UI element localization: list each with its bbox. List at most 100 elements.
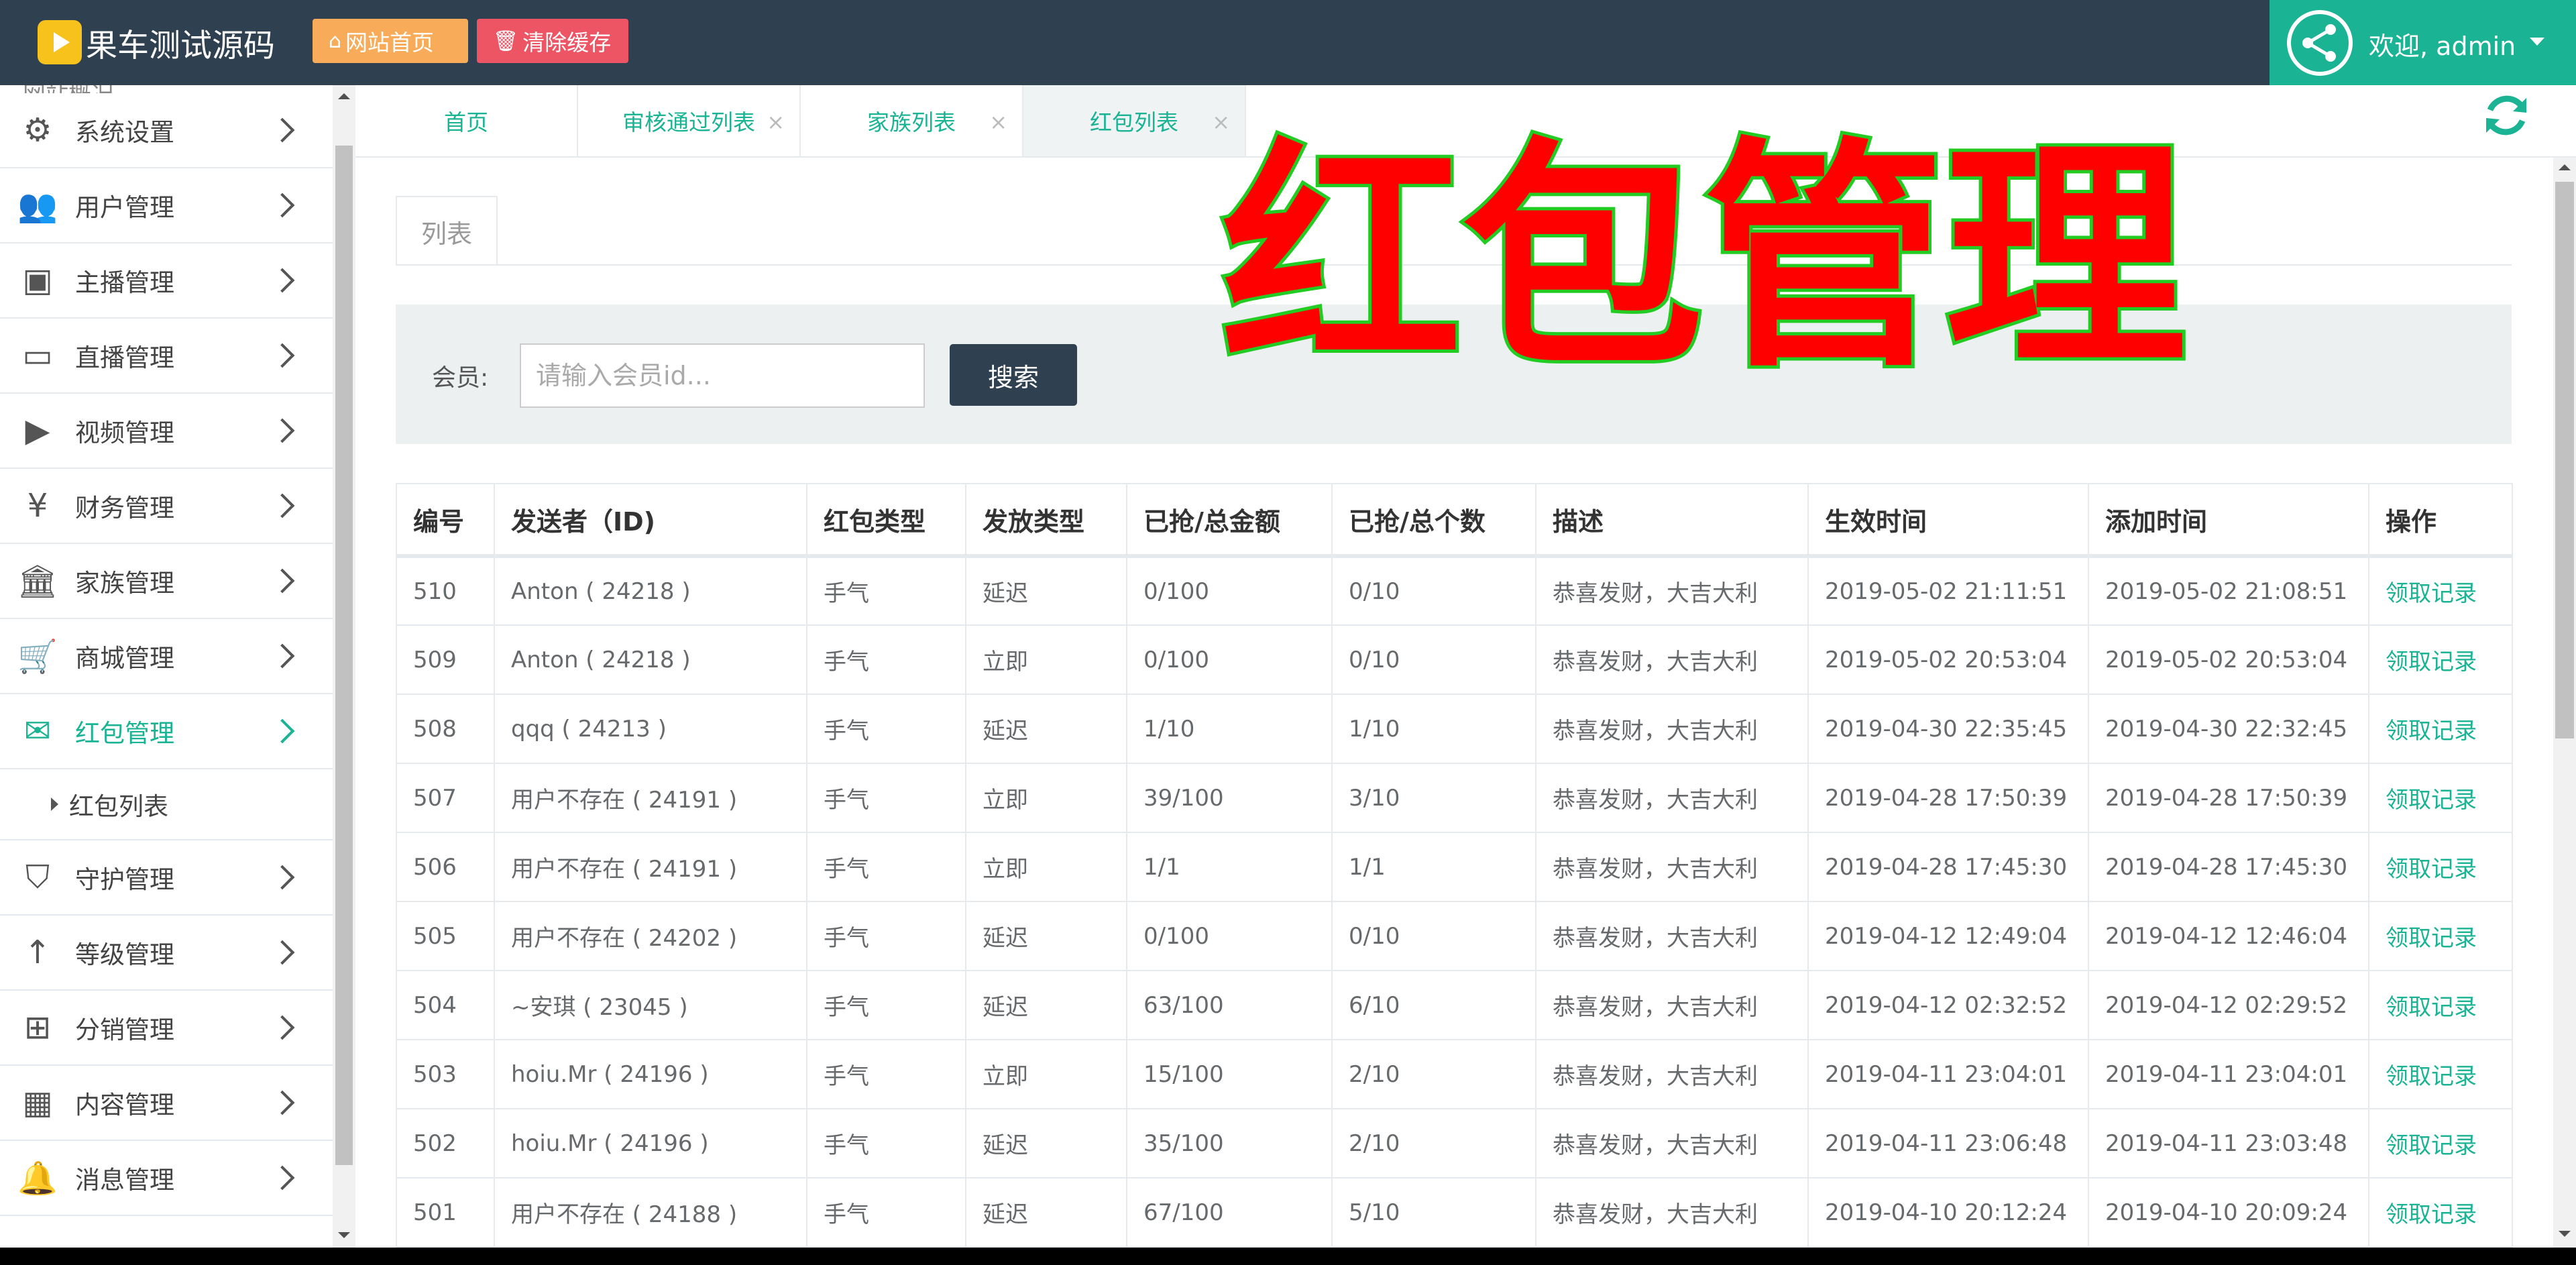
tab-label: 家族列表 [867,109,956,135]
sidebar-item-7[interactable]: 🛒 商城管理 [0,619,333,694]
sidebar-item-6[interactable]: 🏛 家族管理 [0,544,333,619]
overlay-title-banner: 红包管理 [1217,127,2190,396]
table-cell: 2019-05-02 20:53:04 [1807,624,2089,695]
sidebar-item-2[interactable]: ▣ 主播管理 [0,243,333,319]
table-cell: 2019-04-30 22:32:45 [2088,694,2369,764]
main-scroll-up-arrow[interactable] [2559,164,2571,170]
receive-record-link[interactable]: 领取记录 [2368,1177,2513,1248]
sidebar-item-4[interactable]: ▶ 视频管理 [0,394,333,469]
table-cell: 509 [396,624,495,695]
close-icon[interactable]: × [989,109,1007,135]
sidebar-scrollbar[interactable] [333,85,355,1248]
receive-record-link[interactable]: 领取记录 [2368,1039,2513,1109]
sidebar-scroll-thumb[interactable] [335,146,353,1165]
user-menu[interactable]: 欢迎, admin [2270,0,2576,85]
table-cell: 2019-05-02 21:08:51 [2088,555,2369,626]
chevron-right-icon [270,1015,295,1040]
sidebar-item-3[interactable]: ▭ 直播管理 [0,319,333,394]
scroll-down-arrow[interactable] [338,1232,350,1238]
table-cell: 手气 [806,901,966,971]
tab-2[interactable]: 家族列表 × [801,85,1023,156]
sidebar-item-13[interactable]: 🔔 消息管理 [0,1141,333,1216]
table-cell: 0/100 [1126,624,1333,695]
main-scroll-thumb[interactable] [2555,182,2574,738]
table-cell: 恭喜发财，大吉大利 [1535,1039,1809,1109]
table-cell: 立即 [965,1039,1127,1109]
sidebar-item-5[interactable]: ¥ 财务管理 [0,469,333,544]
column-header[interactable]: 已抢/总个数 [1331,483,1536,558]
receive-record-link[interactable]: 领取记录 [2368,624,2513,695]
table-cell: 501 [396,1177,495,1248]
sidebar-item-1[interactable]: 👥 用户管理 [0,168,333,243]
column-header[interactable]: 生效时间 [1807,483,2089,558]
share-alt-icon [2287,10,2353,76]
sidebar-item-11[interactable]: ⊞ 分销管理 [0,991,333,1066]
column-header[interactable]: 已抢/总金额 [1126,483,1333,558]
receive-record-link[interactable]: 领取记录 [2368,1108,2513,1178]
column-header[interactable]: 描述 [1535,483,1809,558]
bank-icon: 🏛 [17,562,58,600]
table-cell: 手气 [806,763,966,833]
redpacket-table: 编号 发送者（ID) 红包类型 发放类型 已抢/总金额 已抢/总个数 描述 生效时间 添加时间操… [396,483,2513,1248]
table-row: 509 Anton ( 24218 ) 手气 立即 0/100 0/10 恭喜发财，大吉大利… [396,624,2513,695]
sidebar-subitem-label: 红包列表 [69,792,168,821]
member-id-input[interactable] [520,343,925,408]
column-header[interactable]: 发放类型 [965,483,1127,558]
receive-record-link[interactable]: 领取记录 [2368,763,2513,833]
table-cell: 立即 [965,624,1127,695]
table-cell: 502 [396,1108,495,1178]
column-header[interactable]: 编号 [396,483,495,558]
scroll-up-arrow[interactable] [338,93,350,99]
envelope-icon: ✉ [23,712,52,750]
sidebar-item-label: 视频管理 [75,419,174,447]
sidebar-item-0[interactable]: ⚙ 系统设置 [0,93,333,168]
tab-0[interactable]: 首页 [355,85,578,156]
main-scrollbar[interactable] [2553,158,2576,1248]
column-header[interactable]: 红包类型 [806,483,966,558]
receive-record-link[interactable]: 领取记录 [2368,694,2513,764]
site-home-label: 网站首页 [345,30,435,56]
main-scroll-down-arrow[interactable] [2559,1231,2571,1237]
column-header[interactable]: 添加时间 [2088,483,2369,558]
tab-label: 首页 [444,109,488,135]
table-cell: 手气 [806,624,966,695]
table-cell: 恭喜发财，大吉大利 [1535,901,1809,971]
clear-cache-button[interactable]: 🗑 清除缓存 [477,19,628,63]
receive-record-link[interactable]: 领取记录 [2368,832,2513,902]
brand[interactable]: 果车测试源码 [38,17,275,67]
chevron-right-icon [270,192,295,218]
sidebar-item-12[interactable]: ▦ 内容管理 [0,1066,333,1141]
search-button[interactable]: 搜索 [950,344,1077,406]
sidebar-subitem-redpacket-list[interactable]: 红包列表 [0,769,333,840]
table-cell: 0/100 [1126,555,1333,626]
column-header[interactable]: 操作 [2368,483,2513,558]
table-cell: 2/10 [1331,1039,1536,1109]
table-cell: 503 [396,1039,495,1109]
table-cell: 3/10 [1331,763,1536,833]
sidebar-item-9[interactable]: ⛉ 守护管理 [0,840,333,916]
site-home-button[interactable]: ⌂ 网站首页 [313,19,468,63]
tab-1[interactable]: 审核通过列表 × [578,85,801,156]
sidebar-item-10[interactable]: ↑ 等级管理 [0,916,333,991]
brand-title: 果车测试源码 [86,27,275,64]
table-cell: 504 [396,970,495,1040]
chevron-right-icon [270,1165,295,1191]
refresh-icon[interactable] [2483,93,2529,138]
table-cell: 恭喜发财，大吉大利 [1535,694,1809,764]
receive-record-link[interactable]: 领取记录 [2368,555,2513,626]
table-cell: 2019-04-11 23:06:48 [1807,1108,2089,1178]
sidebar-item-8[interactable]: ✉ 红包管理 [0,694,333,769]
column-header[interactable]: 发送者（ID) [494,483,807,558]
tab-list[interactable]: 列表 [396,196,498,266]
cart-icon: 🛒 [17,637,58,675]
chevron-right-icon [270,940,295,965]
close-icon[interactable]: × [767,109,785,135]
receive-record-link[interactable]: 领取记录 [2368,970,2513,1040]
table-cell: 0/10 [1331,901,1536,971]
sidebar-item-label: 直播管理 [75,343,174,372]
receive-record-link[interactable]: 领取记录 [2368,901,2513,971]
sidebar-item-label: 分销管理 [75,1015,174,1044]
table-cell: 2019-05-02 20:53:04 [2088,624,2369,695]
table-cell: 恭喜发财，大吉大利 [1535,763,1809,833]
table-cell: 延迟 [965,1177,1127,1248]
